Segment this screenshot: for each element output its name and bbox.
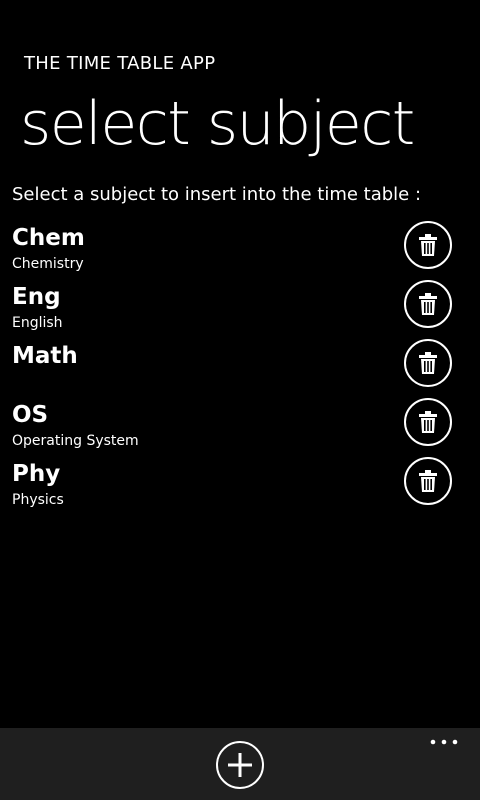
subject-code: OS <box>12 402 49 428</box>
subject-item-phy[interactable]: Phy Physics <box>0 456 480 515</box>
plus-icon <box>228 753 252 777</box>
subject-code: Chem <box>12 225 85 251</box>
subject-name: Operating System <box>12 433 139 449</box>
trash-icon <box>419 352 437 374</box>
subject-item-eng[interactable]: Eng English <box>0 279 480 338</box>
subject-code: Eng <box>12 284 61 310</box>
trash-icon <box>419 293 437 315</box>
delete-button[interactable] <box>404 457 452 505</box>
subject-name: English <box>12 315 63 331</box>
delete-button[interactable] <box>404 280 452 328</box>
ellipsis-icon <box>430 739 458 745</box>
more-options-button[interactable] <box>426 732 462 752</box>
add-subject-button[interactable] <box>216 741 264 789</box>
app-bar <box>0 728 480 800</box>
subject-code: Math <box>12 343 78 369</box>
subject-name: Physics <box>12 492 64 508</box>
app-title: THE TIME TABLE APP <box>24 53 216 74</box>
subject-item-math[interactable]: Math <box>0 338 480 397</box>
subject-item-os[interactable]: OS Operating System <box>0 397 480 456</box>
delete-button[interactable] <box>404 398 452 446</box>
subject-name: Chemistry <box>12 256 84 272</box>
trash-icon <box>419 234 437 256</box>
subject-item-chem[interactable]: Chem Chemistry <box>0 220 480 279</box>
trash-icon <box>419 470 437 492</box>
trash-icon <box>419 411 437 433</box>
instruction-text: Select a subject to insert into the time… <box>12 184 422 205</box>
delete-button[interactable] <box>404 339 452 387</box>
subject-code: Phy <box>12 461 61 487</box>
subject-list: Chem Chemistry Eng English Math OS Opera… <box>0 220 480 515</box>
page-title: select subject <box>20 89 415 159</box>
delete-button[interactable] <box>404 221 452 269</box>
